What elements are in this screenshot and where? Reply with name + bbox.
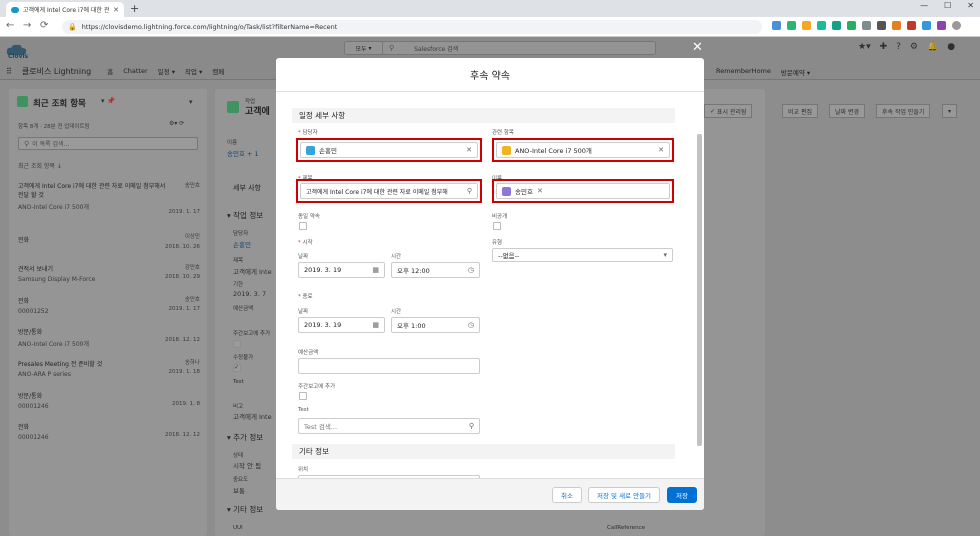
highlight-box (296, 138, 482, 162)
extension-icon[interactable] (922, 21, 931, 30)
save-and-new-button[interactable]: 저장 및 새로 만들기 (588, 487, 661, 503)
start-date-label: 날짜 (298, 254, 309, 260)
search-icon: ⚲ (468, 422, 474, 430)
back-icon[interactable]: ← (6, 20, 14, 31)
followup-modal: 후속 약속 일정 세부 사항 * 담당자 손홍민 ✕ 관련 항목 ANO-Int… (276, 58, 704, 510)
highlight-box (492, 179, 674, 203)
forward-icon[interactable]: → (23, 20, 31, 31)
related-label: 관련 항목 (492, 130, 514, 136)
start-label: * 시작 (298, 240, 313, 246)
extension-icons (772, 21, 961, 30)
url-input[interactable]: 🔒 https://clovisdemo.lightning.force.com… (62, 20, 762, 34)
extension-icon[interactable] (862, 21, 871, 30)
modal-scrollbar[interactable] (697, 134, 702, 446)
weekly-report-label: 주간보고에 추가 (298, 384, 336, 390)
calendar-icon[interactable]: ▦ (372, 266, 379, 274)
clock-icon[interactable]: ◷ (468, 321, 474, 329)
extension-icon[interactable] (817, 21, 826, 30)
type-label: 유형 (492, 240, 503, 246)
tab-title: 고객에게 Intel Core i7에 대한 관… (23, 7, 110, 14)
minimize-icon[interactable]: — (920, 1, 928, 10)
end-date-label: 날짜 (298, 309, 309, 315)
highlight-box (492, 138, 674, 162)
lock-icon: 🔒 (68, 23, 77, 31)
close-tab-icon[interactable]: ✕ (113, 6, 119, 14)
extension-icon[interactable] (847, 21, 856, 30)
profile-avatar-icon[interactable] (952, 21, 961, 30)
budget-input[interactable] (298, 358, 480, 374)
modal-title: 후속 약속 (276, 58, 704, 92)
end-time-label: 시간 (391, 309, 402, 315)
extension-icon[interactable] (892, 21, 901, 30)
salesforce-favicon-icon (11, 6, 19, 13)
location-label: 위치 (298, 467, 309, 473)
allday-checkbox[interactable] (299, 222, 307, 230)
extension-icon[interactable] (832, 21, 841, 30)
save-button[interactable]: 저장 (667, 487, 697, 503)
extension-icon[interactable] (937, 21, 946, 30)
section-other-info: 기타 정보 (292, 444, 675, 459)
window-close-icon[interactable]: ✕ (967, 1, 974, 10)
private-label: 비공개 (492, 214, 508, 220)
allday-label: 종일 약속 (298, 214, 320, 220)
highlight-box (296, 179, 482, 203)
private-checkbox[interactable] (493, 222, 501, 230)
assignee-label: * 담당자 (298, 130, 318, 136)
cancel-button[interactable]: 취소 (552, 487, 582, 503)
test-lookup-input[interactable]: Test 검색... ⚲ (298, 418, 480, 434)
browser-tab-bar: 고객에게 Intel Core i7에 대한 관… ✕ + — ☐ ✕ (0, 0, 980, 17)
extension-icon[interactable] (877, 21, 886, 30)
end-label: * 종료 (298, 294, 313, 300)
extension-icon[interactable] (907, 21, 916, 30)
window-controls: — ☐ ✕ (920, 1, 974, 10)
extension-icon[interactable] (802, 21, 811, 30)
end-date-input[interactable]: 2019. 3. 19 ▦ (298, 317, 385, 333)
modal-footer: 취소 저장 및 새로 만들기 저장 (276, 478, 704, 510)
end-time-input[interactable]: 오후 1:00 ◷ (391, 317, 480, 333)
extension-icon[interactable] (787, 21, 796, 30)
calendar-icon[interactable]: ▦ (372, 321, 379, 329)
extension-icon[interactable] (772, 21, 781, 30)
browser-tab[interactable]: 고객에게 Intel Core i7에 대한 관… ✕ (6, 2, 124, 17)
budget-label: 예산금액 (298, 350, 319, 356)
start-date-input[interactable]: 2019. 3. 19 ▦ (298, 262, 385, 278)
clock-icon[interactable]: ◷ (468, 266, 474, 274)
chevron-down-icon: ▾ (663, 251, 667, 259)
section-schedule-details: 일정 세부 사항 (292, 108, 675, 123)
new-tab-icon[interactable]: + (130, 2, 139, 15)
url-text: https://clovisdemo.lightning.force.com/l… (81, 23, 338, 31)
type-select[interactable]: --없음-- ▾ (492, 248, 673, 262)
start-time-label: 시간 (391, 254, 402, 260)
test-label: Test (298, 407, 309, 413)
modal-body: 일정 세부 사항 * 담당자 손홍민 ✕ 관련 항목 ANO-Intel Cor… (276, 92, 704, 478)
address-bar-row: ← → ⟳ 🔒 https://clovisdemo.lightning.for… (0, 17, 980, 37)
reload-icon[interactable]: ⟳ (40, 20, 48, 31)
start-time-input[interactable]: 오후 12:00 ◷ (391, 262, 480, 278)
weekly-report-checkbox[interactable] (299, 392, 307, 400)
modal-close-icon[interactable]: ✕ (692, 40, 703, 55)
maximize-icon[interactable]: ☐ (944, 1, 951, 10)
